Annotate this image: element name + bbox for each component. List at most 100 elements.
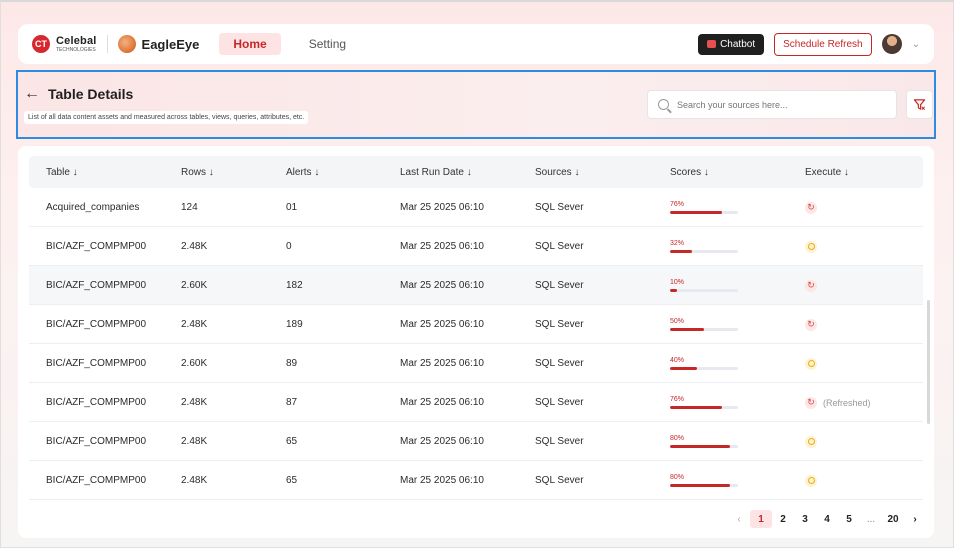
pending-icon[interactable] xyxy=(805,474,817,487)
eagleeye-logo-icon xyxy=(117,35,136,53)
table-row[interactable]: BIC/AZF_COMPMP00 2.48K 65 Mar 25 2025 06:10… xyxy=(29,422,923,461)
table-row[interactable]: BIC/AZF_COMPMP00 2.48K 87 Mar 25 2025 06:10… xyxy=(29,383,923,422)
score-bar-fill xyxy=(670,289,677,292)
score-bar xyxy=(670,445,738,448)
score-label: 40% xyxy=(670,357,685,364)
pending-icon[interactable] xyxy=(805,435,817,448)
table-row[interactable]: BIC/AZF_COMPMP00 2.48K 189 Mar 25 2025 06:1… xyxy=(29,305,923,344)
cell-source: SQL Sever xyxy=(535,397,584,408)
table-panel: Table ↓ Rows ↓ Alerts ↓ Last Run Date ↓ … xyxy=(18,146,934,538)
score-label: 32% xyxy=(670,240,685,247)
tab-setting[interactable]: Setting xyxy=(295,33,360,55)
cell-score: 80% xyxy=(670,461,738,500)
refresh-icon[interactable]: ↻ xyxy=(805,396,817,409)
cell-source: SQL Sever xyxy=(535,202,584,213)
page-20[interactable]: 20 xyxy=(882,510,904,528)
cell-score: 76% xyxy=(670,188,738,227)
page-1[interactable]: 1 xyxy=(750,510,772,528)
chatbot-label: Chatbot xyxy=(720,38,756,50)
score-bar xyxy=(670,328,738,331)
execute-status-note: (Refreshed) xyxy=(823,397,871,408)
col-sources[interactable]: Sources ↓ xyxy=(535,156,579,188)
divider xyxy=(106,35,108,53)
table-row[interactable]: BIC/AZF_COMPMP00 2.48K 65 Mar 25 2025 06:10… xyxy=(29,461,923,500)
score-label: 76% xyxy=(670,396,685,403)
table-row[interactable]: BIC/AZF_COMPMP00 2.48K 0 Mar 25 2025 06:10 S… xyxy=(29,227,923,266)
celebal-logo-icon: CT xyxy=(32,35,50,53)
chevron-down-icon[interactable]: ⌄ xyxy=(912,39,920,50)
scrollbar[interactable] xyxy=(927,300,930,424)
cell-score: 80% xyxy=(670,422,738,461)
cell-alerts: 182 xyxy=(286,280,303,291)
col-alerts[interactable]: Alerts ↓ xyxy=(286,156,319,188)
back-arrow-icon[interactable]: ← xyxy=(24,86,40,102)
search-input[interactable] xyxy=(677,99,877,110)
cell-source: SQL Sever xyxy=(535,475,584,486)
score-bar-fill xyxy=(670,445,730,448)
table-details-header: ← Table Details List of all data content… xyxy=(16,70,936,139)
cell-execute: ↻ (Refreshed) xyxy=(805,383,871,422)
refresh-icon[interactable]: ↻ xyxy=(805,279,817,292)
filter-icon xyxy=(913,99,926,110)
col-table[interactable]: Table ↓ xyxy=(46,156,78,188)
pagination: ‹ 1 2 3 4 5 ... 20 › xyxy=(728,510,926,528)
refresh-icon[interactable]: ↻ xyxy=(805,201,817,214)
table-header: Table ↓ Rows ↓ Alerts ↓ Last Run Date ↓ … xyxy=(29,156,923,188)
page-3[interactable]: 3 xyxy=(794,510,816,528)
cell-rows: 2.48K xyxy=(181,436,208,447)
cell-score: 40% xyxy=(670,344,738,383)
table-row[interactable]: BIC/AZF_COMPMP00 2.60K 182 Mar 25 2025 06:1… xyxy=(29,266,923,305)
table-row[interactable]: BIC/AZF_COMPMP00 2.60K 89 Mar 25 2025 06:10… xyxy=(29,344,923,383)
cell-source: SQL Sever xyxy=(535,358,584,369)
cell-last-run-date: Mar 25 2025 06:10 xyxy=(400,436,484,447)
cell-last-run-date: Mar 25 2025 06:10 xyxy=(400,358,484,369)
score-bar xyxy=(670,484,738,487)
tab-home[interactable]: Home xyxy=(219,33,281,55)
cell-execute xyxy=(805,461,817,500)
search-box[interactable] xyxy=(647,90,897,119)
cell-score: 76% xyxy=(670,383,738,422)
cell-table-name: Acquired_companies xyxy=(46,202,140,213)
cell-last-run-date: Mar 25 2025 06:10 xyxy=(400,280,484,291)
page-subtitle: List of all data content assets and meas… xyxy=(24,111,309,124)
cell-last-run-date: Mar 25 2025 06:10 xyxy=(400,397,484,408)
page-2[interactable]: 2 xyxy=(772,510,794,528)
page-4[interactable]: 4 xyxy=(816,510,838,528)
score-label: 80% xyxy=(670,435,685,442)
cell-alerts: 65 xyxy=(286,436,298,447)
pending-icon[interactable] xyxy=(805,357,817,370)
score-bar-fill xyxy=(670,406,722,409)
score-label: 50% xyxy=(670,318,685,325)
filter-button[interactable] xyxy=(906,90,933,119)
cell-table-name: BIC/AZF_COMPMP00 xyxy=(46,397,147,408)
schedule-refresh-button[interactable]: Schedule Refresh xyxy=(774,32,872,56)
col-execute[interactable]: Execute ↓ xyxy=(805,156,849,188)
cell-table-name: BIC/AZF_COMPMP00 xyxy=(46,319,147,330)
cell-table-name: BIC/AZF_COMPMP00 xyxy=(46,358,147,369)
table-row[interactable]: Acquired_companies 124 01 Mar 25 2025 06:10… xyxy=(29,188,923,227)
cell-table-name: BIC/AZF_COMPMP00 xyxy=(46,436,147,447)
cell-table-name: BIC/AZF_COMPMP00 xyxy=(46,475,147,486)
col-scores[interactable]: Scores ↓ xyxy=(670,156,709,188)
chatbot-button[interactable]: Chatbot xyxy=(698,33,765,55)
refresh-icon[interactable]: ↻ xyxy=(805,318,817,331)
cell-alerts: 89 xyxy=(286,358,298,369)
cell-table-name: BIC/AZF_COMPMP00 xyxy=(46,241,147,252)
cell-last-run-date: Mar 25 2025 06:10 xyxy=(400,241,484,252)
top-nav: CT Celebal TECHNOLOGIES EagleEye Home Se… xyxy=(18,24,934,64)
cell-execute: ↻ xyxy=(805,188,817,227)
cell-table-name: BIC/AZF_COMPMP00 xyxy=(46,280,147,291)
prev-page-button[interactable]: ‹ xyxy=(728,510,750,528)
page-5[interactable]: 5 xyxy=(838,510,860,528)
cell-alerts: 0 xyxy=(286,241,292,252)
col-last-run-date[interactable]: Last Run Date ↓ xyxy=(400,156,472,188)
cell-rows: 2.48K xyxy=(181,241,208,252)
next-page-button[interactable]: › xyxy=(904,510,926,528)
cell-rows: 2.60K xyxy=(181,280,208,291)
search-icon xyxy=(658,99,669,110)
pending-icon[interactable] xyxy=(805,240,817,253)
brand-name: Celebal xyxy=(56,34,97,47)
cell-last-run-date: Mar 25 2025 06:10 xyxy=(400,319,484,330)
avatar[interactable] xyxy=(881,34,902,54)
col-rows[interactable]: Rows ↓ xyxy=(181,156,214,188)
